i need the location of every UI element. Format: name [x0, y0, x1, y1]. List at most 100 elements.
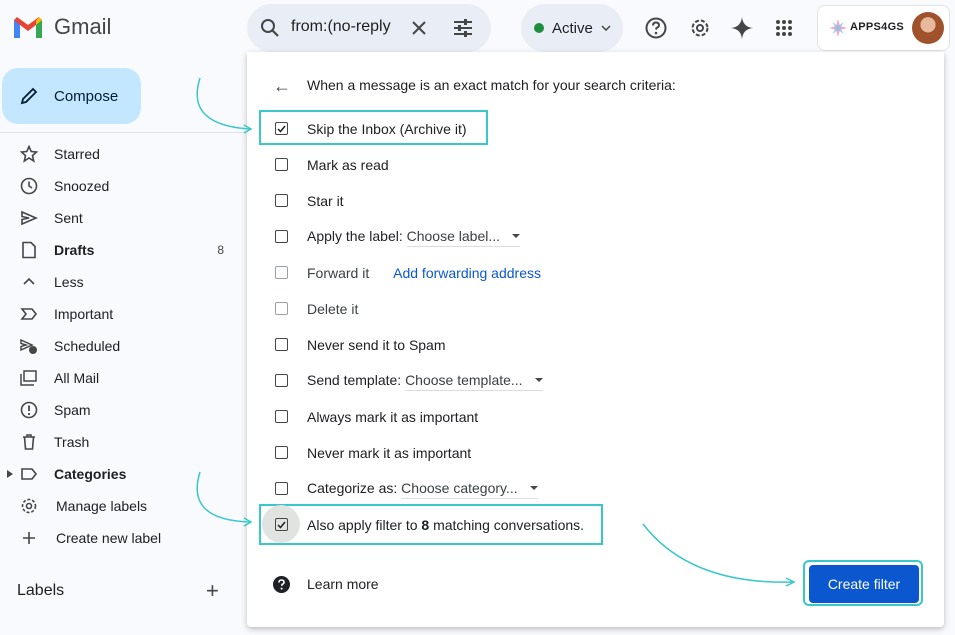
- sidebar-item-label: Scheduled: [54, 338, 121, 354]
- important-icon: [20, 308, 38, 320]
- never-important-checkbox[interactable]: [275, 446, 288, 459]
- choose-category-dropdown[interactable]: Choose category...: [401, 479, 538, 499]
- option-label: Mark as read: [307, 157, 389, 173]
- option-label: Star it: [307, 193, 344, 209]
- checkmark-icon: [277, 521, 286, 529]
- learn-more-label: Learn more: [307, 576, 379, 592]
- help-circle-icon: [273, 576, 290, 593]
- option-label: Always mark it as important: [307, 409, 479, 425]
- labels-heading: Labels: [17, 582, 65, 599]
- also-apply-suffix: matching conversations.: [429, 517, 585, 533]
- search-input[interactable]: from:(no-reply: [291, 18, 401, 36]
- checkmark-icon: [277, 125, 286, 133]
- apply-label-row: Apply the label: Choose label...: [307, 227, 521, 247]
- caret-down-icon: [534, 377, 543, 382]
- caret-down-icon: [512, 233, 521, 238]
- sidebar-item-important[interactable]: Important: [0, 298, 240, 330]
- sidebar-item-drafts[interactable]: Drafts 8: [0, 234, 240, 266]
- apps-grid-icon[interactable]: [771, 15, 797, 41]
- never-spam-checkbox[interactable]: [275, 338, 288, 351]
- sidebar-item-label: All Mail: [54, 370, 100, 386]
- choose-label-dropdown[interactable]: Choose label...: [406, 227, 521, 247]
- avatar[interactable]: [912, 12, 944, 44]
- gmail-m-icon: [14, 17, 42, 38]
- delete-it-checkbox[interactable]: [275, 302, 288, 315]
- also-apply-checkbox[interactable]: [275, 518, 288, 531]
- chevron-up-icon: [23, 277, 35, 285]
- categorize-row: Categorize as: Choose category...: [307, 480, 538, 499]
- dropdown-value: Choose template...: [405, 371, 523, 388]
- gear-icon[interactable]: [687, 15, 713, 41]
- sidebar-item-starred[interactable]: Starred: [0, 138, 240, 170]
- search-bar[interactable]: from:(no-reply: [247, 4, 491, 52]
- label-icon: [21, 468, 38, 480]
- option-label: Send template:: [307, 371, 402, 388]
- sidebar-item-spam[interactable]: Spam: [0, 394, 240, 426]
- sidebar-item-label: Starred: [54, 146, 100, 162]
- drafts-count: 8: [217, 243, 224, 257]
- clear-search-icon[interactable]: [411, 20, 427, 36]
- sidebar-item-manage-labels[interactable]: Manage labels: [0, 490, 240, 522]
- filter-panel: ← When a message is an exact match for y…: [247, 52, 944, 627]
- sidebar-item-create-label[interactable]: Create new label: [0, 522, 240, 554]
- sidebar-item-scheduled[interactable]: Scheduled: [0, 330, 240, 362]
- always-important-checkbox[interactable]: [275, 410, 288, 423]
- sidebar-item-label: Spam: [54, 402, 91, 418]
- plus-icon: [23, 532, 35, 544]
- add-forwarding-address-link[interactable]: Add forwarding address: [393, 265, 541, 281]
- apply-label-checkbox[interactable]: [275, 230, 288, 243]
- skip-inbox-checkbox[interactable]: [275, 122, 288, 135]
- forward-it-checkbox[interactable]: [275, 266, 288, 279]
- send-template-checkbox[interactable]: [275, 374, 288, 387]
- gear-icon: [21, 498, 37, 514]
- back-arrow-icon[interactable]: ←: [273, 76, 291, 97]
- compose-label: Compose: [54, 87, 119, 105]
- choose-template-dropdown[interactable]: Choose template...: [405, 372, 543, 391]
- clock-icon: [20, 177, 38, 195]
- sidebar-item-all-mail[interactable]: All Mail: [0, 362, 240, 394]
- all-mail-icon: [20, 370, 37, 386]
- option-label: Never mark it as important: [307, 445, 472, 461]
- add-label-icon[interactable]: +: [206, 580, 219, 602]
- option-label: Delete it: [307, 301, 359, 317]
- sidebar-item-less[interactable]: Less: [0, 266, 240, 298]
- create-filter-button[interactable]: Create filter: [809, 565, 919, 603]
- gemini-icon[interactable]: [729, 15, 755, 41]
- also-apply-prefix: Also apply filter to: [307, 517, 422, 533]
- sidebar-item-sent[interactable]: Sent: [0, 202, 240, 234]
- categorize-checkbox[interactable]: [275, 482, 288, 495]
- app-name: Gmail: [54, 14, 112, 39]
- sidebar-item-label: Manage labels: [56, 498, 148, 514]
- help-icon[interactable]: [643, 15, 669, 41]
- option-label: Apply the label:: [307, 227, 403, 244]
- dropdown-value: Choose category...: [401, 479, 518, 496]
- sidebar-item-label: Snoozed: [54, 178, 110, 194]
- trash-icon: [23, 434, 35, 450]
- search-options-icon[interactable]: [453, 19, 473, 37]
- expand-arrow-icon[interactable]: [7, 470, 13, 478]
- search-icon[interactable]: [260, 18, 280, 38]
- chevron-down-icon: [601, 25, 611, 31]
- sidebar-item-trash[interactable]: Trash: [0, 426, 240, 458]
- sidebar-item-label: Create new label: [56, 530, 162, 546]
- send-template-row: Send template: Choose template...: [307, 372, 543, 391]
- send-icon: [21, 210, 38, 226]
- status-selector[interactable]: Active: [521, 4, 623, 52]
- scheduled-icon: [20, 338, 37, 354]
- star-it-checkbox[interactable]: [275, 194, 288, 207]
- star-icon: [20, 145, 38, 163]
- status-dot: [534, 23, 544, 33]
- annotation-arrow: [196, 77, 251, 130]
- sidebar-item-label: Categories: [54, 466, 127, 482]
- mark-read-checkbox[interactable]: [275, 158, 288, 171]
- sidebar-divider: [0, 132, 246, 133]
- sidebar-item-categories[interactable]: Categories: [0, 458, 240, 490]
- compose-button[interactable]: Compose: [2, 68, 141, 124]
- caret-down-icon: [529, 485, 538, 490]
- sidebar-item-snoozed[interactable]: Snoozed: [0, 170, 240, 202]
- option-label: Categorize as:: [307, 479, 398, 496]
- gmail-logo[interactable]: Gmail: [12, 14, 111, 40]
- account-switcher[interactable]: APPS4GS: [817, 5, 950, 51]
- sidebar-item-label: Sent: [54, 210, 83, 226]
- dropdown-value: Choose label...: [406, 227, 501, 244]
